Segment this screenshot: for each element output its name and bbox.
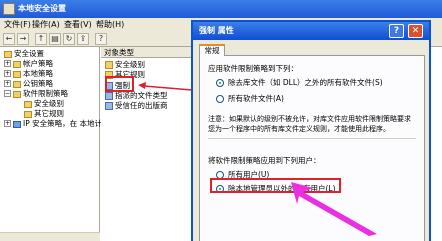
tree-item-security-settings[interactable]: 安全设置 bbox=[4, 49, 44, 59]
separator bbox=[208, 138, 416, 139]
folder-icon bbox=[13, 60, 21, 68]
security-icon bbox=[4, 50, 12, 58]
folder-icon bbox=[24, 100, 32, 108]
annotation-red-box bbox=[105, 76, 134, 92]
export-icon[interactable]: ⇪ bbox=[77, 33, 89, 45]
menu-file[interactable]: 文件(F) bbox=[4, 18, 31, 32]
note-line-2: 您为一个程序中的所有库文件定义规则，才能使用此程序。 bbox=[208, 125, 390, 133]
annotation-magenta-arrow bbox=[291, 182, 377, 236]
expand-toggle[interactable]: + bbox=[4, 70, 11, 77]
menu-view[interactable]: 查看(V) bbox=[64, 18, 92, 32]
properties-icon[interactable]: ▤ bbox=[49, 33, 61, 45]
forward-icon[interactable]: → bbox=[17, 33, 29, 45]
list-item-trusted-publishers[interactable]: 受信任的出版商 bbox=[105, 101, 168, 111]
folder-icon bbox=[24, 110, 32, 118]
help-icon[interactable]: ? bbox=[95, 33, 107, 45]
option-all-files-label[interactable]: 所有软件文件(A) bbox=[228, 94, 284, 104]
close-button[interactable]: ✕ bbox=[408, 24, 423, 38]
help-button[interactable]: ? bbox=[389, 24, 404, 38]
radio-all-files[interactable] bbox=[216, 95, 224, 103]
folder-icon bbox=[13, 90, 21, 98]
folder-icon bbox=[105, 61, 113, 69]
tree-scrollbar[interactable] bbox=[0, 232, 100, 241]
list-item-security-levels[interactable]: 安全级别 bbox=[105, 60, 145, 70]
toolbar: ← → ↑ ▤ ↻ ⇪ ? bbox=[0, 32, 200, 46]
tree-item-account-policy[interactable]: 帐户策略 bbox=[13, 59, 53, 69]
tree-item-security-levels[interactable]: 安全级别 bbox=[24, 99, 64, 109]
tree-item-additional-rules[interactable]: 其它规则 bbox=[24, 109, 64, 119]
refresh-icon[interactable]: ↻ bbox=[63, 33, 75, 45]
expand-toggle[interactable]: + bbox=[4, 120, 11, 127]
radio-except-libraries[interactable] bbox=[216, 79, 224, 87]
menu-action[interactable]: 操作(A) bbox=[32, 18, 60, 32]
up-icon[interactable]: ↑ bbox=[35, 33, 47, 45]
folder-icon bbox=[13, 70, 21, 78]
back-icon[interactable]: ← bbox=[3, 33, 15, 45]
main-window-title: 本地安全设置 bbox=[18, 4, 66, 13]
tree-item-ip-security[interactable]: IP 安全策略，在 本地计 bbox=[13, 119, 102, 129]
annotation-red-arrow bbox=[138, 82, 193, 91]
policy-document-icon bbox=[105, 92, 113, 100]
tree-item-local-policy[interactable]: 本地策略 bbox=[13, 69, 53, 79]
tree-item-software-restriction[interactable]: 软件限制策略 bbox=[13, 89, 68, 99]
tab-general[interactable]: 常规 bbox=[199, 44, 225, 56]
option-except-libraries-label[interactable]: 除去库文件（如 DLL）之外的所有软件文件(S) bbox=[228, 78, 383, 88]
folder-icon bbox=[13, 80, 21, 88]
app-icon bbox=[3, 3, 15, 15]
collapse-toggle[interactable]: − bbox=[4, 90, 11, 97]
ip-policy-icon bbox=[13, 120, 21, 128]
note-line-1: 注意：如果默认的级别不被允许，对库文件应用软件限制策略要求 bbox=[208, 115, 411, 123]
expand-toggle[interactable]: + bbox=[4, 80, 11, 87]
tree-pane: 安全设置 + 帐户策略 + 本地策略 + 公钥策略 − 软件限制策略 安全级别 … bbox=[0, 47, 102, 241]
apply-to-label: 应用软件限制策略到下列： bbox=[208, 64, 298, 73]
menu-help[interactable]: 帮助(H) bbox=[96, 18, 124, 32]
expand-toggle[interactable]: + bbox=[4, 60, 11, 67]
main-title-bar[interactable]: 本地安全设置 bbox=[0, 0, 442, 18]
dialog-title: 强制 属性 bbox=[199, 26, 234, 35]
policy-document-icon bbox=[105, 102, 113, 110]
apply-users-label: 将软件限制策略应用到下列用户： bbox=[208, 156, 321, 165]
tree-item-public-key-policy[interactable]: 公钥策略 bbox=[13, 79, 53, 89]
